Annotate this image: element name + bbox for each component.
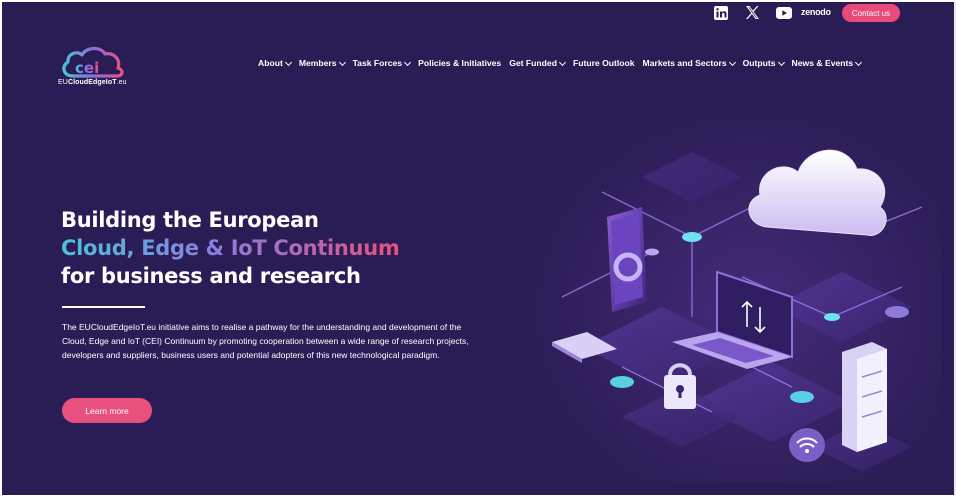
nav-item-markets-sectors[interactable]: Markets and Sectors [643,58,736,68]
hero-title-line-1: Building the European [61,208,319,232]
hero-illustration [542,117,942,492]
logo-text: EUCloudEdgeIoT.eu [58,79,127,86]
x-icon[interactable] [745,5,760,20]
hero-divider [62,306,145,308]
linkedin-icon[interactable] [714,6,728,20]
chevron-down-icon [728,58,736,67]
chevron-down-icon [404,58,412,67]
nav-item-outputs[interactable]: Outputs [743,58,785,68]
nav-item-policies[interactable]: Policies & Initiatives [418,58,501,68]
zenodo-link[interactable]: zenodo [801,7,831,17]
wifi-graphic [789,428,825,462]
chevron-down-icon [558,58,566,67]
hero-description: The EUCloudEdgeIoT.eu initiative aims to… [62,322,469,360]
chevron-down-icon [855,58,863,67]
hero-title-line-2: Cloud, Edge & IoT Continuum [61,236,400,260]
page: zenodo Contact us cei EUCloudEdgeIoT.eu … [2,2,956,495]
svg-text:cei: cei [75,59,99,77]
nav-item-get-funded[interactable]: Get Funded [509,58,566,68]
chevron-down-icon [284,58,292,67]
chevron-down-icon [338,58,346,67]
nav-item-news-events[interactable]: News & Events [792,58,863,68]
nav-item-future-outlook[interactable]: Future Outlook [573,58,635,68]
learn-more-button[interactable]: Learn more [62,398,152,423]
hero-title-line-3: for business and research [61,264,361,288]
youtube-icon[interactable] [776,7,792,19]
main-nav: About Members Task Forces Policies & Ini… [258,58,869,68]
server-graphic [842,342,887,452]
cloud-graphic [748,149,887,236]
phone-graphic [607,207,647,312]
nav-item-members[interactable]: Members [299,58,346,68]
contact-us-button[interactable]: Contact us [842,4,900,22]
hero-title: Building the European Cloud, Edge & IoT … [61,206,400,290]
nav-item-task-forces[interactable]: Task Forces [353,58,412,68]
nav-item-about[interactable]: About [258,58,292,68]
chevron-down-icon [777,58,785,67]
